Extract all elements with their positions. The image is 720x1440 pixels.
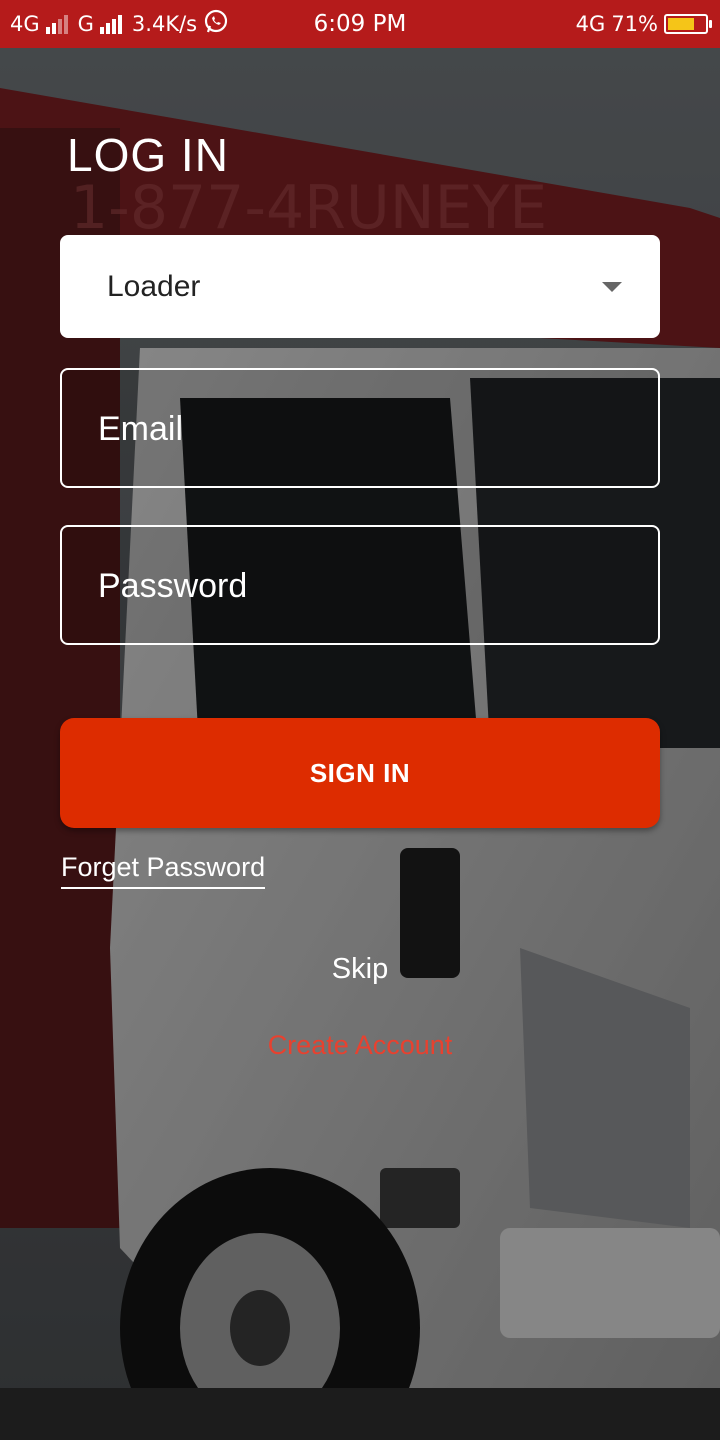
battery-icon xyxy=(664,14,712,34)
email-field-container xyxy=(60,368,660,488)
role-select[interactable]: Loader xyxy=(60,235,660,338)
create-account-link[interactable]: Create Account xyxy=(0,1030,720,1061)
skip-link[interactable]: Skip xyxy=(0,953,720,986)
email-field[interactable] xyxy=(96,370,620,488)
sign-in-button[interactable]: SIGN IN xyxy=(60,718,660,828)
page-title: LOG IN xyxy=(67,129,229,181)
status-bar-right: 4G 71% xyxy=(575,0,712,48)
battery-percent: 71% xyxy=(611,12,658,36)
role-select-value: Loader xyxy=(107,269,201,303)
status-bar: 4G G 3.4K/s 6:09 PM 4G 71% xyxy=(0,0,720,48)
password-field[interactable] xyxy=(96,527,620,645)
network-type-right: 4G xyxy=(575,12,606,36)
battery-fill xyxy=(668,18,694,30)
chevron-down-icon xyxy=(602,282,622,292)
password-field-container xyxy=(60,525,660,645)
forget-password-link[interactable]: Forget Password xyxy=(61,852,266,889)
